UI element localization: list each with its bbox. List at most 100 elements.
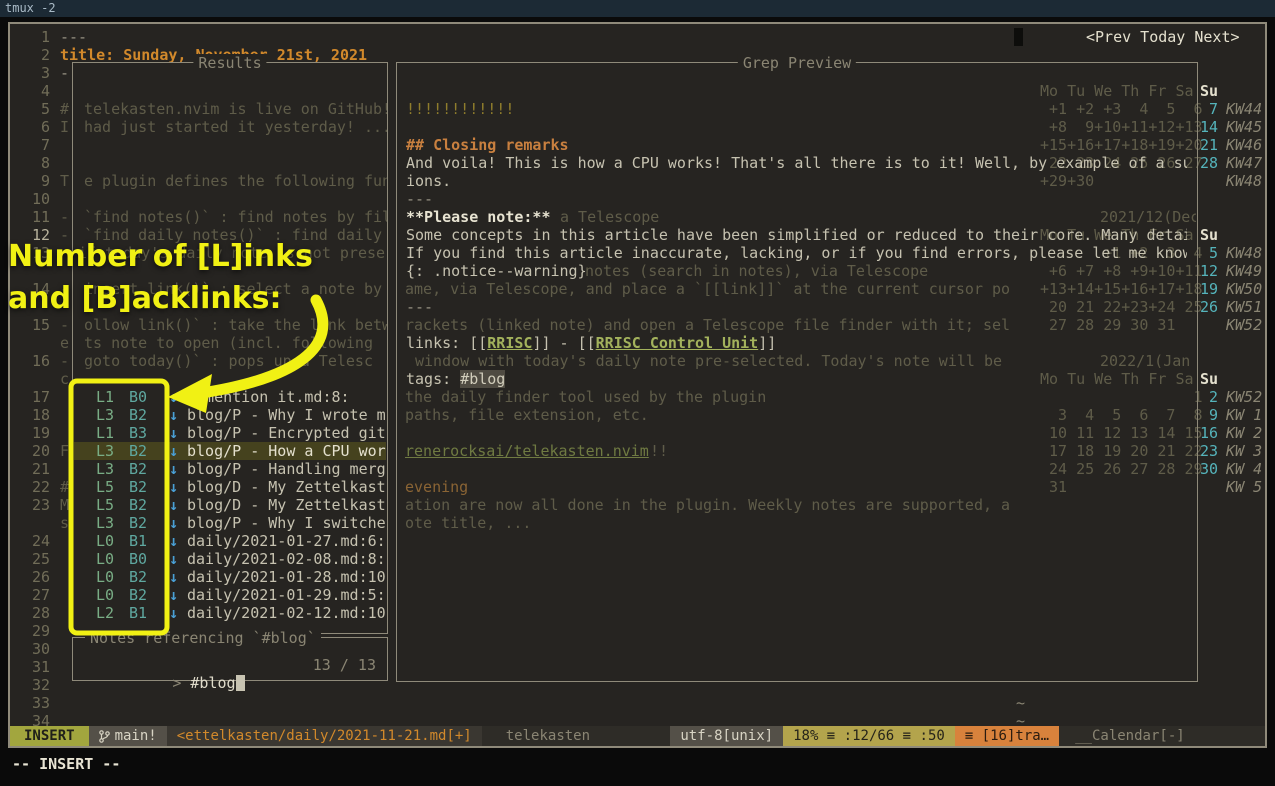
note-down-icon: ↓	[169, 586, 178, 604]
result-backlinks-count: B1	[129, 604, 147, 622]
result-links-count: L0	[96, 586, 114, 604]
calendar-sunday-date[interactable]: 30	[1196, 460, 1218, 478]
preview-text: !!!!!!!!!!!!	[406, 100, 514, 118]
vim-command-line: -- INSERT --	[12, 755, 120, 773]
preview-text: ---	[406, 298, 433, 316]
result-backlinks-count: B2	[129, 496, 147, 514]
result-row[interactable]: L0 B2 ↓ daily/2021-01-29.md:5:	[74, 586, 386, 604]
result-row[interactable]: L1B3↓blog/P - Encrypted git	[74, 424, 386, 442]
calendar-sunday-date[interactable]: 12	[1196, 262, 1218, 280]
result-title: blog/P - Why I wrote m	[187, 406, 386, 424]
result-row[interactable]: L5B2↓blog/D - My Zettelkast	[74, 496, 386, 514]
calendar-week-number: KW49	[1226, 262, 1262, 280]
plugin-name: telekasten	[496, 726, 600, 746]
preview-text: **Please note:**	[406, 208, 551, 226]
note-down-icon: ↓	[169, 496, 178, 514]
preview-line: ions.	[406, 172, 451, 190]
result-row[interactable]: L5B2↓blog/D - My Zettelkast	[74, 478, 386, 496]
calendar-sunday-date[interactable]: 5	[1196, 244, 1218, 262]
result-row[interactable]: L0B2↓daily/2021-01-28.md:10	[74, 568, 386, 586]
git-branch-label: main!	[115, 726, 157, 746]
cursor-position: 18% ≡ :12/66 ≡ :50	[783, 726, 955, 746]
result-links-count: L0	[96, 550, 114, 568]
result-links-count: L3	[96, 460, 114, 478]
calendar-week-number: KW51	[1226, 298, 1262, 316]
note-down-icon: ↓	[169, 568, 178, 586]
result-backlinks-count: B0	[129, 388, 147, 406]
calendar-sunday-date[interactable]: 28	[1196, 154, 1218, 172]
result-backlinks-count: B2	[129, 586, 147, 604]
result-row[interactable]: L3B2↓blog/P - How a CPU wor	[74, 442, 386, 460]
result-backlinks-count: B3	[129, 424, 147, 442]
result-backlinks-count: B2	[129, 514, 147, 532]
calendar-week-number: KW46	[1226, 136, 1262, 154]
result-links-count: L3	[96, 514, 114, 532]
mode-indicator-label: INSERT	[24, 728, 75, 744]
result-row[interactable]: L2B1↓daily/2021-02-12.md:10	[74, 604, 386, 622]
result-links-count: L5	[96, 496, 114, 514]
preview-line: If you find this article inaccurate, lac…	[406, 244, 1187, 262]
calendar-sunday-date[interactable]: 23	[1196, 442, 1218, 460]
calendar-sunday-date[interactable]: 14	[1196, 118, 1218, 136]
result-row[interactable]: L3B2↓blog/P - Handling merg	[74, 460, 386, 478]
result-title: daily/2021-01-27.md:6:	[187, 532, 386, 550]
git-branch-icon	[99, 730, 110, 743]
note-down-icon: ↓	[169, 532, 178, 550]
calendar-sunday-date[interactable]: 7	[1196, 100, 1218, 118]
search-input[interactable]: > #blog 13 / 13	[82, 656, 378, 674]
preview-line: **Please note:**	[406, 208, 551, 226]
preview-line: And voila! This is how a CPU works! That…	[406, 154, 1187, 172]
preview-text: And voila! This is how a CPU works! That…	[406, 154, 1187, 172]
tag-chip: #blog	[460, 370, 505, 388]
insert-mode-message: -- INSERT --	[12, 755, 120, 773]
git-branch: main!	[89, 726, 167, 746]
calendar-sunday-date[interactable]: 21	[1196, 136, 1218, 154]
calendar-week-number: KW 1	[1226, 406, 1262, 424]
preview-text: ]] - [[	[532, 334, 595, 352]
calendar-nav[interactable]: <Prev Today Next>	[1086, 28, 1240, 46]
calendar-weekday-su: Su	[1196, 370, 1218, 388]
calendar-sunday-date[interactable]: 2	[1196, 388, 1218, 406]
file-path: <ettelkasten/daily/2021-11-21.md[+]	[167, 726, 482, 746]
result-links-count: L0	[96, 568, 114, 586]
results-window: Results L1B0↓i mention it.md:8:L3B2↓blog…	[72, 62, 388, 634]
result-row[interactable]: L3B2↓blog/P - Why I wrote m	[74, 406, 386, 424]
preview-line: ---	[406, 190, 433, 208]
result-row[interactable]: L0B1↓daily/2021-01-27.md:6:	[74, 532, 386, 550]
calendar-week-number: KW44	[1226, 100, 1262, 118]
note-down-icon: ↓	[169, 550, 178, 568]
grep-preview-window: Grep Preview !!!!!!!!!!!!## Closing rema…	[396, 62, 1198, 682]
preview-text: {: .notice--warning}	[406, 262, 587, 280]
annotation-text: Number of [L]inks and [B]acklinks:	[8, 236, 313, 320]
note-down-icon: ↓	[169, 460, 178, 478]
preview-line: ## Closing remarks	[406, 136, 569, 154]
statusline-spacer	[1195, 726, 1265, 746]
note-down-icon: ↓	[169, 406, 178, 424]
result-row[interactable]: L1B0↓i mention it.md:8:	[74, 388, 386, 406]
preview-text: If you find this article inaccurate, lac…	[406, 244, 1187, 262]
preview-line: tags: #blog	[406, 370, 505, 388]
inactive-cursor	[1014, 28, 1023, 46]
result-links-count: L5	[96, 478, 114, 496]
calendar-sunday-date[interactable]: 9	[1196, 406, 1218, 424]
result-backlinks-count: B1	[129, 532, 147, 550]
result-backlinks-count: B2	[129, 406, 147, 424]
result-row[interactable]: L0B0↓daily/2021-02-08.md:8:	[74, 550, 386, 568]
calendar-sunday-date[interactable]: 19	[1196, 280, 1218, 298]
file-encoding-label: utf-8[unix]	[680, 728, 773, 744]
statusline: INSERT main! <ettelkasten/daily/2021-11-21…	[10, 726, 1265, 746]
vim-editor: 1234567891011121314151617181920212223242…	[10, 24, 1265, 746]
result-title: blog/P - Handling merg	[187, 460, 386, 478]
calendar-sunday-date[interactable]: 16	[1196, 424, 1218, 442]
calendar-week-number: KW 4	[1226, 460, 1262, 478]
preview-text: Some concepts in this article have been …	[406, 226, 1187, 244]
result-title: daily/2021-02-12.md:10	[187, 604, 386, 622]
preview-line: ---	[406, 298, 433, 316]
calendar-week-number: KW52	[1226, 388, 1262, 406]
result-backlinks-count: B2	[129, 442, 147, 460]
calendar-week-number: KW 5	[1226, 478, 1262, 496]
result-title: daily/2021-01-29.md:5:	[187, 586, 386, 604]
result-row[interactable]: L3B2↓blog/P - Why I switche	[74, 514, 386, 532]
calendar-sunday-date[interactable]: 26	[1196, 298, 1218, 316]
annotation-line2: and [B]acklinks:	[8, 278, 313, 320]
